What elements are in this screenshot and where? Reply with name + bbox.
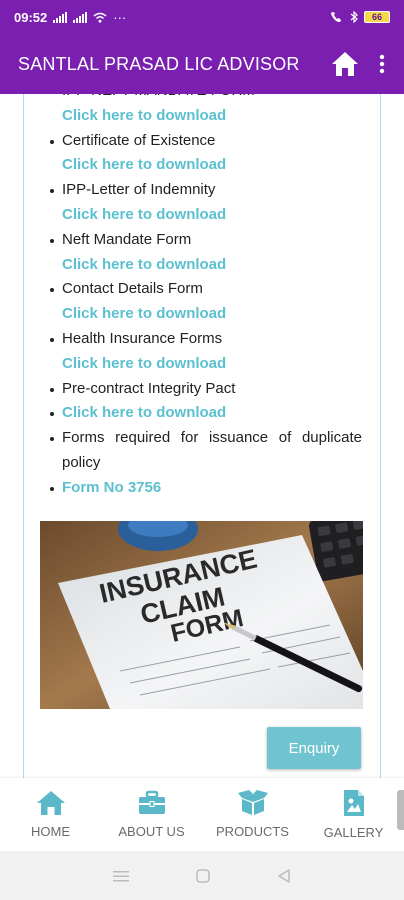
volte-icon xyxy=(331,12,341,22)
enquiry-button[interactable]: Enquiry xyxy=(267,727,361,769)
form-label: IPP-Letter of Indemnity xyxy=(62,181,216,199)
nav-gallery-label: GALLERY xyxy=(323,825,384,840)
list-item: Contact Details Form Click here to downl… xyxy=(50,277,362,327)
form-label: Forms required for issuance of duplicate… xyxy=(62,429,362,471)
list-item: Pre-contract Integrity Pact xyxy=(50,377,362,402)
image-file-icon xyxy=(343,790,364,816)
status-left: 09:52 ··· xyxy=(14,10,126,25)
list-item: Form No 3756 xyxy=(50,476,362,501)
download-link[interactable]: Click here to download xyxy=(62,153,362,178)
edge-panel-handle[interactable] xyxy=(397,790,404,830)
content-area[interactable]: IPP-NEFT MANDATE FORM Click here to down… xyxy=(0,94,404,778)
download-link[interactable]: Click here to download xyxy=(62,203,362,228)
list-item: IPP-NEFT MANDATE FORM Click here to down… xyxy=(62,94,362,129)
nav-home-label: HOME xyxy=(31,824,70,839)
more-options-button[interactable] xyxy=(376,47,388,81)
form-label: Contact Details Form xyxy=(62,280,203,298)
forms-list: IPP-NEFT MANDATE FORM Click here to down… xyxy=(50,94,362,501)
briefcase-icon xyxy=(138,790,165,814)
form-label: Health Insurance Forms xyxy=(62,329,223,347)
home-square-icon[interactable] xyxy=(196,868,210,883)
status-right: 66 xyxy=(330,11,390,23)
bottom-nav: HOME ABOUT US PRODUCTS GALLERY xyxy=(0,778,404,851)
nav-about-label: ABOUT US xyxy=(118,824,185,839)
form-label: Neft Mandate Form xyxy=(62,230,192,248)
download-link[interactable]: Click here to download xyxy=(62,352,362,377)
home-icon xyxy=(36,791,65,815)
box-icon xyxy=(237,790,268,815)
system-nav-bar xyxy=(0,851,404,900)
battery-icon: 66 xyxy=(364,11,390,23)
list-item: Forms required for issuance of duplicate… xyxy=(50,426,362,476)
insurance-claim-image: INSURANCE CLAIM FORM xyxy=(40,521,363,709)
more-vert-icon xyxy=(379,54,385,74)
home-button[interactable] xyxy=(328,47,362,81)
nav-about-us[interactable]: ABOUT US xyxy=(101,778,202,851)
form-label: Certificate of Existence xyxy=(62,131,216,149)
signal-icon xyxy=(73,11,88,23)
wifi-icon xyxy=(93,12,107,23)
download-link[interactable]: Click here to download xyxy=(62,104,362,129)
list-item: Neft Mandate Form Click here to download xyxy=(50,228,362,278)
back-triangle-icon[interactable] xyxy=(277,868,291,883)
bluetooth-icon xyxy=(350,11,358,23)
form-no-link[interactable]: Form No 3756 xyxy=(62,476,362,501)
app-title: SANTLAL PRASAD LIC ADVISOR xyxy=(18,53,300,74)
menu-icon[interactable] xyxy=(113,870,130,882)
status-more: ··· xyxy=(113,9,127,25)
list-item: Click here to download xyxy=(50,401,362,426)
nav-home[interactable]: HOME xyxy=(0,778,101,851)
form-label: IPP-NEFT MANDATE FORM xyxy=(62,94,362,104)
nav-gallery[interactable]: GALLERY xyxy=(303,778,404,851)
app-bar: SANTLAL PRASAD LIC ADVISOR xyxy=(0,34,404,94)
claim-form-illustration: INSURANCE CLAIM FORM xyxy=(40,521,363,709)
home-icon xyxy=(332,52,358,76)
nav-products[interactable]: PRODUCTS xyxy=(202,778,303,851)
signal-icon xyxy=(53,11,68,23)
download-link[interactable]: Click here to download xyxy=(62,253,362,278)
status-bar: 09:52 ··· 66 xyxy=(0,0,404,34)
list-item: IPP-Letter of Indemnity Click here to do… xyxy=(50,178,362,228)
list-item: Certificate of Existence Click here to d… xyxy=(50,129,362,179)
list-item: Health Insurance Forms Click here to dow… xyxy=(50,327,362,377)
form-label: Pre-contract Integrity Pact xyxy=(62,379,236,397)
nav-products-label: PRODUCTS xyxy=(216,824,289,839)
status-time: 09:52 xyxy=(14,9,48,25)
download-link[interactable]: Click here to download xyxy=(62,302,362,327)
download-link[interactable]: Click here to download xyxy=(62,401,362,426)
